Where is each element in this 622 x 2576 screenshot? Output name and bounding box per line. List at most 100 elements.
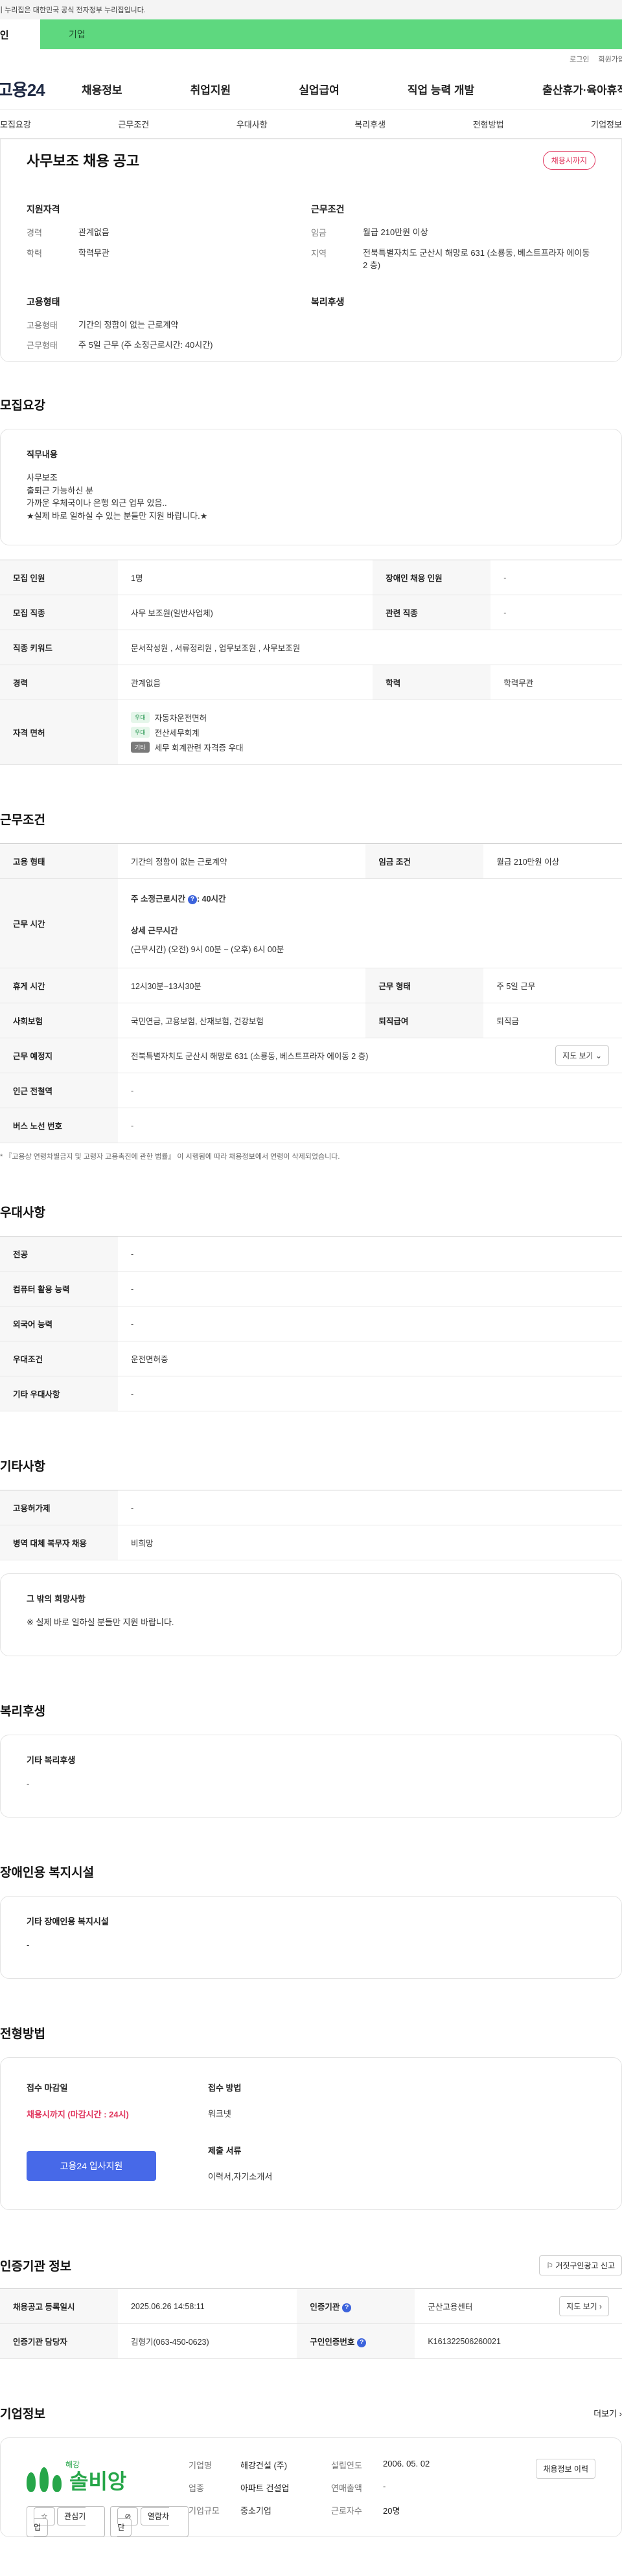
welfare-box-title: 기타 복리후생 [27,1755,76,1765]
section-title-company: 기업정보 [0,2408,45,2421]
table-row: 모집 직종 사무 보조원(일반사업체) 관련 직종 - [0,595,622,630]
deadline-col: 접수 마감일 채용시까지 (마감시간 : 24시) 고용24 입사지원 [27,2081,208,2186]
login-link[interactable]: 로그인 [570,54,589,64]
gnb-item-support[interactable]: 취업지원 [190,81,231,97]
section-title-recruit: 모집요강 [0,399,45,413]
tab-individual-label: 개인 [0,29,9,41]
qualification-heading: 지원자격 [27,204,60,214]
table-cell: 주 5일 근무 [483,968,622,1003]
logo-text: 고용24 [0,80,45,100]
duty-line: 출퇴근 가능하신 분 [27,485,93,496]
table-header: 모집 직종 [0,595,118,630]
deadline-badge: 채용시까지 [542,150,595,170]
work-condition-heading: 근무조건 [311,204,345,214]
etc-box: 그 밖의 희망사항 ※ 실제 바로 일하실 분들만 지원 바랍니다. [0,1573,622,1656]
table-header: 고용 형태 [0,843,118,879]
report-button[interactable]: ⚐ 거짓구인광고 신고 [539,2255,622,2275]
anchor-tab-work[interactable]: 근무조건 [118,118,149,130]
table-cell: 김형기(063-450-0623) [118,2323,297,2359]
hours-total: : 40시간 [196,895,226,904]
anchor-tab-company[interactable]: 기업정보 [591,118,622,130]
disabled-box: 기타 장애인용 복지시설 - [0,1896,622,1979]
company-box: 해강 솔비앙 ☆ 관심기업 ⊘ 열람차단 기업명 해강건설 (주) 설립연도 200… [0,2437,622,2537]
more-link[interactable]: 더보기 › [593,2407,622,2419]
block-button[interactable]: ⊘ 열람차단 [110,2506,189,2537]
table-cell: 학력무관 [490,665,622,700]
table-header: 전공 [0,1236,118,1271]
work-condition-block: 근무조건 임금 월급 210만원 이상 지역 전북특별자치도 군산시 해망로 631… [311,203,595,280]
gnb-item-leave[interactable]: 출산휴가·육아휴직 [542,81,622,97]
table-cell: - [118,1271,622,1306]
summary-label: 경력 [27,228,42,238]
history-button[interactable]: 채용정보 이력 [536,2459,595,2479]
util-links: 로그인 회원가입 [0,49,622,69]
info-icon[interactable]: ? [357,2338,367,2347]
leaf-icon [27,2472,36,2492]
anchor-tab-pref[interactable]: 우대사항 [236,118,268,130]
table-row: 경력 관계없음 학력 학력무관 [0,665,622,700]
leaf-icon [40,2467,49,2492]
location-text: 전북특별자치도 군산시 해망로 631 (소룡동, 베스트프라자 에이동 2 층… [131,1052,369,1061]
summary-label: 지역 [311,248,327,258]
table-header: 인증기관 담당자 [0,2323,118,2359]
table-row: 인근 전철역 - [0,1073,622,1108]
table-cell: 퇴직금 [483,1003,622,1038]
selection-box: 접수 마감일 채용시까지 (마감시간 : 24시) 고용24 입사지원 접수 방… [0,2057,622,2210]
table-cell: - [490,595,622,630]
license-name: 전산세무회계 [154,729,200,738]
info-icon[interactable]: ? [342,2303,352,2312]
gnb-item-training[interactable]: 직업 능력 개발 [408,81,474,97]
tab-individual[interactable]: 개인 [0,19,40,49]
cert-header: 인증기관 정보 ⚐ 거짓구인광고 신고 [0,2255,622,2275]
agency-cell: 군산고용센터 지도 보기 › [415,2288,622,2324]
anchor-tab-selection[interactable]: 전형방법 [473,118,504,130]
summary-label: 고용형태 [27,320,58,330]
table-row: 자격 면허 우대 자동차운전면허 우대 전산세무회계 기타 세무 회계관련 자격증 우… [0,700,622,765]
company-info-grid: 기업명 해강건설 (주) 설립연도 2006. 05. 02 업종 아파트 건설업 연… [189,2459,461,2516]
apply-button[interactable]: 고용24 입사지원 [27,2151,156,2181]
section-title-work: 근무조건 [0,814,45,827]
table-cell: 사무 보조원(일반사업체) [118,595,373,630]
table-header: 기타 우대사항 [0,1376,118,1411]
method-label: 접수 방법 [208,2083,242,2093]
pref-table: 전공 - 컴퓨터 활용 능력 - 외국어 능력 - 우대조건 운전면허증 기타 우대사항… [0,1236,622,1411]
cert-table: 채용공고 등록일시 2025.06.26 14:58:11 인증기관? 군산고용… [0,2288,622,2359]
gnb-item-jobs[interactable]: 채용정보 [82,81,122,97]
gnb-item-unemployment[interactable]: 실업급여 [299,81,340,97]
etc-box-title: 그 밖의 희망사항 [27,1594,86,1604]
signup-link[interactable]: 회원가입 [599,54,622,64]
map-button[interactable]: 지도 보기 ⌄ [555,1045,609,1066]
tab-company[interactable]: 기업 [40,19,622,49]
agency-map-button[interactable]: 지도 보기 › [559,2296,609,2316]
table-row: 병역 대체 복무자 채용 비희망 [0,1525,622,1560]
job-title: 사무보조 채용 공고 [27,153,140,169]
company-label: 연매출액 [331,2483,362,2493]
anchor-tab-welfare[interactable]: 복리후생 [354,118,386,130]
welfare-box-text: - [27,1779,30,1788]
table-row: 근무 예정지 전북특별자치도 군산시 해망로 631 (소룡동, 베스트프라자 … [0,1038,622,1073]
table-row: 컴퓨터 활용 능력 - [0,1271,622,1306]
table-cell: K161322506260021 [415,2323,622,2359]
location-cell: 전북특별자치도 군산시 해망로 631 (소룡동, 베스트프라자 에이동 2 층… [118,1038,622,1073]
gov-banner-text: 이 누리집은 대한민국 공식 전자정부 누리집입니다. [0,6,146,14]
etc-box-text: ※ 실제 바로 일하실 분들만 지원 바랍니다. [27,1617,174,1627]
chevron-down-icon: ⌄ [595,1051,602,1060]
welfare-block: 복리후생 [311,295,595,359]
report-button-label: 거짓구인광고 신고 [555,2261,615,2270]
employment-heading: 고용형태 [27,296,60,307]
section-title-pref: 우대사항 [0,1206,45,1220]
favorite-button[interactable]: ☆ 관심기업 [27,2506,106,2537]
company-value: - [383,2481,386,2491]
table-cell: 운전면허증 [118,1341,622,1376]
leaf-icon [52,2475,62,2492]
table-cell: - [490,560,622,595]
company-value: 20명 [383,2506,400,2516]
recruit-table: 모집 인원 1명 장애인 채용 인원 - 모집 직종 사무 보조원(일반사업체)… [0,560,622,765]
company-header: 기업정보 더보기 › [0,2404,622,2422]
anchor-tab-recruit[interactable]: 모집요강 [0,118,31,130]
qualification-block: 지원자격 경력 관계없음 학력 학력무관 [27,203,311,280]
table-header: 채용공고 등록일시 [0,2288,118,2324]
info-icon[interactable]: ? [187,895,197,904]
logo[interactable]: 고용24 [0,77,82,101]
table-cell: 2025.06.26 14:58:11 [118,2288,297,2324]
